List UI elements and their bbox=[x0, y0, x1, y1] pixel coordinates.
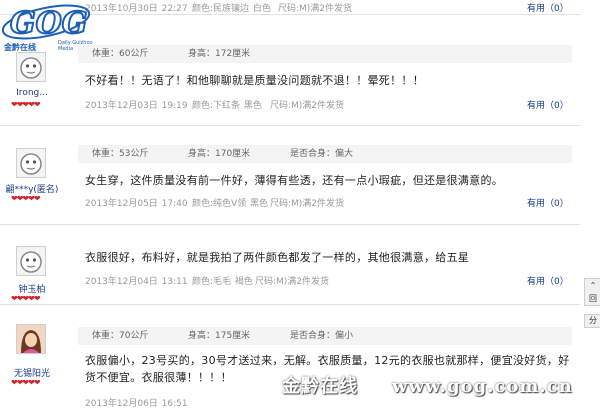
logo-subtitle: 金黔在线 bbox=[4, 43, 36, 52]
watermark-url: www.gog.com.cn bbox=[392, 376, 573, 397]
weight-text: 体重：70公斤 bbox=[92, 331, 149, 341]
avatar[interactable] bbox=[16, 324, 46, 354]
weight-text: 体重：60公斤 bbox=[92, 49, 149, 59]
avatar[interactable] bbox=[16, 246, 46, 276]
height-text: 身高：175厘米 bbox=[188, 331, 251, 341]
back-to-top-label: 回 bbox=[589, 294, 597, 303]
height-text: 身高：170厘米 bbox=[188, 149, 251, 159]
review-size: 尺码:M)满2件发货 bbox=[270, 199, 345, 209]
useful-button[interactable]: 有用（0） bbox=[527, 1, 569, 14]
review-time: 2013年10月30日 22:27 bbox=[85, 4, 188, 14]
share-button[interactable]: 分 bbox=[584, 314, 600, 328]
rating-hearts: ❤❤❤❤❤ bbox=[11, 378, 40, 387]
review-time: 2013年12月06日 16:51 bbox=[85, 399, 188, 409]
up-arrow-icon: ⌃ bbox=[589, 281, 597, 290]
site-logo: GOG 金黔在线 Daily Guizhou Media bbox=[0, 0, 100, 58]
attribute-bar: 体重：60公斤 身高：172厘米 bbox=[78, 45, 572, 63]
review-color: 颜色:纯色V领 黑色 bbox=[192, 199, 269, 209]
logo-daily-text: Daily Guizhou Media bbox=[58, 40, 93, 52]
review-time: 2013年12月04日 13:11 bbox=[85, 277, 188, 287]
logo-graphic: GOG bbox=[1, 4, 91, 42]
share-label: 分 bbox=[589, 316, 597, 325]
watermark: 金黔在线 www.gog.com.cn bbox=[282, 372, 573, 398]
review-time: 2013年12月03日 19:19 bbox=[85, 101, 188, 111]
review-color: 颜色:下红条 黑色 bbox=[192, 101, 262, 111]
username[interactable]: Irong... bbox=[0, 88, 64, 98]
review-content: 女生穿，这件质量没有前一件好，薄得有些透，还有一点小瑕疵，但还是很满意的。 bbox=[85, 174, 504, 187]
rating-hearts: ❤❤❤❤❤ bbox=[11, 294, 40, 303]
weight-text: 体重：53公斤 bbox=[92, 149, 149, 159]
rating-hearts: ❤❤❤❤❤ bbox=[11, 194, 40, 203]
attribute-bar: 体重：53公斤 身高：170厘米 是否合身：偏大 bbox=[78, 145, 572, 163]
rating-hearts: ❤❤❤❤❤ bbox=[11, 100, 40, 109]
review-2: 翩***y(匿名) ❤❤❤❤❤ 体重：53公斤 身高：170厘米 是否合身：偏大… bbox=[0, 138, 580, 225]
useful-button[interactable]: 有用（0） bbox=[527, 196, 569, 209]
review-color: 颜色:民族镶边 白色 bbox=[192, 4, 271, 14]
back-to-top-button[interactable]: ⌃ 回 bbox=[584, 278, 600, 306]
useful-button[interactable]: 有用（0） bbox=[527, 98, 569, 111]
avatar[interactable] bbox=[16, 148, 46, 178]
height-text: 身高：172厘米 bbox=[188, 49, 251, 59]
review-size: 尺码:M)满2件发货 bbox=[278, 4, 353, 14]
review-size: 尺码:M)满2件发货 bbox=[270, 101, 345, 111]
fit-text: 是否合身：偏小 bbox=[290, 331, 354, 341]
review-time: 2013年12月05日 17:40 bbox=[85, 199, 188, 209]
review-3: 钟玉柏 ❤❤❤❤❤ 衣服很好，布料好，就是我拍了两件颜色都发了一样的，其他很满意… bbox=[0, 236, 580, 305]
review-content: 不好看！！无语了！和他聊聊就是质量没问题就不退！！晕死！！！ bbox=[85, 74, 424, 87]
useful-button[interactable]: 有用（0） bbox=[527, 274, 569, 287]
attribute-bar: 体重：70公斤 身高：175厘米 是否合身：偏小 bbox=[78, 327, 572, 345]
watermark-site: 金黔在线 bbox=[282, 376, 358, 397]
svg-text:GOG: GOG bbox=[10, 6, 87, 41]
review-color: 颜色:毛毛 褐色 bbox=[192, 277, 253, 287]
review-size: 尺码:M)满2件发货 bbox=[255, 277, 330, 287]
fit-text: 是否合身：偏大 bbox=[290, 149, 354, 159]
review-content: 衣服很好，布料好，就是我拍了两件颜色都发了一样的，其他很满意，给五星 bbox=[85, 251, 470, 264]
